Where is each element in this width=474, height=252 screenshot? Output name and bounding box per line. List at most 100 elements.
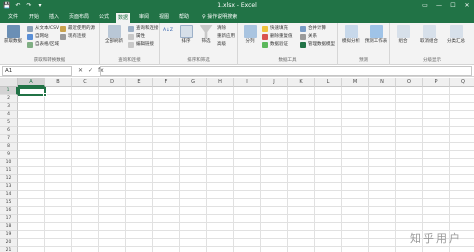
column-header-i[interactable]: I xyxy=(234,78,261,87)
tab-data[interactable]: 数据 xyxy=(116,12,131,23)
from-text-csv-button[interactable]: 从文本/CSV xyxy=(27,25,59,33)
row-header-10[interactable]: 10 xyxy=(0,159,18,167)
column-header-d[interactable]: D xyxy=(99,78,126,87)
sort-az-button[interactable]: A↓Z xyxy=(163,27,173,35)
column-header-q[interactable]: Q xyxy=(450,78,474,87)
filter-button[interactable]: 筛选 xyxy=(196,25,216,44)
tab-review[interactable]: 审阅 xyxy=(137,12,151,23)
fill-handle[interactable] xyxy=(43,93,47,97)
edit-links-button[interactable]: 编辑链接 xyxy=(128,41,154,49)
row-header-5[interactable]: 5 xyxy=(0,119,18,127)
tab-page-layout[interactable]: 页面布局 xyxy=(67,12,91,23)
row-header-3[interactable]: 3 xyxy=(0,103,18,111)
row-header-6[interactable]: 6 xyxy=(0,127,18,135)
row-header-7[interactable]: 7 xyxy=(0,135,18,143)
maximize-button[interactable]: ☐ xyxy=(448,1,458,10)
sort-label: 排序 xyxy=(181,39,191,44)
existing-connections-button[interactable]: 现有连接 xyxy=(60,33,86,41)
tab-home[interactable]: 开始 xyxy=(27,12,41,23)
group-data-tools: 分列 快速填充 删除重复值 数据验证 合并计算 关系 管理数据模型 数据工具 xyxy=(238,23,338,65)
tell-me-search[interactable]: ♀ 操作说明搜索 xyxy=(202,12,237,23)
flash-fill-button[interactable]: 快速填充 xyxy=(262,25,288,33)
row-header-4[interactable]: 4 xyxy=(0,111,18,119)
relationships-button[interactable]: 关系 xyxy=(300,33,317,41)
row-header-2[interactable]: 2 xyxy=(0,95,18,103)
cell-area[interactable] xyxy=(18,87,474,252)
row-header-11[interactable]: 11 xyxy=(0,167,18,175)
tab-formulas[interactable]: 公式 xyxy=(97,12,111,23)
column-header-a[interactable]: A xyxy=(18,78,45,87)
column-header-g[interactable]: G xyxy=(180,78,207,87)
subtotal-button[interactable]: 分类汇总 xyxy=(444,25,468,44)
column-header-o[interactable]: O xyxy=(396,78,423,87)
remove-duplicates-button[interactable]: 删除重复值 xyxy=(262,33,293,41)
column-header-e[interactable]: E xyxy=(126,78,153,87)
title-bar: 💾 ↶ ↷ ▾ 1.xlsx - Excel ▭ — ☐ ✕ xyxy=(0,0,474,12)
column-header-f[interactable]: F xyxy=(153,78,180,87)
column-header-l[interactable]: L xyxy=(315,78,342,87)
ribbon-display-icon[interactable]: ▭ xyxy=(420,1,430,10)
row-header-1[interactable]: 1 xyxy=(0,87,18,95)
data-validation-icon xyxy=(262,42,268,48)
minimize-button[interactable]: — xyxy=(434,1,444,10)
column-header-n[interactable]: N xyxy=(369,78,396,87)
formula-input[interactable] xyxy=(100,66,472,76)
relationships-icon xyxy=(300,34,306,40)
row-header-12[interactable]: 12 xyxy=(0,175,18,183)
column-header-h[interactable]: H xyxy=(207,78,234,87)
row-header-14[interactable]: 14 xyxy=(0,191,18,199)
flash-fill-label: 快速填充 xyxy=(270,26,288,31)
reapply-button[interactable]: 重新应用 xyxy=(217,33,235,41)
consolidate-button[interactable]: 合并计算 xyxy=(300,25,326,33)
row-header-19[interactable]: 19 xyxy=(0,231,18,239)
row-header-21[interactable]: 21 xyxy=(0,247,18,252)
name-box[interactable]: A1 xyxy=(2,66,72,76)
from-web-button[interactable]: 自网站 xyxy=(27,33,49,41)
edit-links-label: 编辑链接 xyxy=(136,42,154,47)
active-cell[interactable] xyxy=(18,87,46,96)
column-header-m[interactable]: M xyxy=(342,78,369,87)
row-header-18[interactable]: 18 xyxy=(0,223,18,231)
recent-sources-button[interactable]: 最近使用的源 xyxy=(60,25,95,33)
existing-connections-label: 现有连接 xyxy=(68,34,86,39)
column-header-p[interactable]: P xyxy=(423,78,450,87)
close-button[interactable]: ✕ xyxy=(462,1,472,10)
flash-fill-icon xyxy=(262,26,268,32)
group-label: 数据工具 xyxy=(278,58,297,63)
queries-connections-button[interactable]: 查询和连接 xyxy=(128,25,159,33)
tab-insert[interactable]: 插入 xyxy=(47,12,61,23)
properties-button[interactable]: 属性 xyxy=(128,33,145,41)
forecast-sheet-button[interactable]: 预测工作表 xyxy=(364,25,388,44)
tab-help[interactable]: 帮助 xyxy=(177,12,191,23)
data-validation-button[interactable]: 数据验证 xyxy=(262,41,288,49)
column-header-k[interactable]: K xyxy=(288,78,315,87)
row-header-13[interactable]: 13 xyxy=(0,183,18,191)
row-header-20[interactable]: 20 xyxy=(0,239,18,247)
from-table-range-button[interactable]: 自表格/区域 xyxy=(27,41,59,49)
row-header-16[interactable]: 16 xyxy=(0,207,18,215)
ungroup-button[interactable]: 取消组合 xyxy=(417,25,441,44)
row-header-15[interactable]: 15 xyxy=(0,199,18,207)
manage-data-model-button[interactable]: 管理数据模型 xyxy=(300,41,335,49)
text-to-columns-button[interactable]: 分列 xyxy=(240,25,260,44)
row-header-8[interactable]: 8 xyxy=(0,143,18,151)
advanced-button[interactable]: 高级 xyxy=(217,41,226,49)
refresh-all-button[interactable]: 全部刷新 xyxy=(102,25,126,44)
row-header-9[interactable]: 9 xyxy=(0,151,18,159)
column-header-c[interactable]: C xyxy=(72,78,99,87)
group-button[interactable]: 组合 xyxy=(391,25,415,44)
tab-view[interactable]: 视图 xyxy=(157,12,171,23)
properties-icon xyxy=(128,34,134,40)
get-data-button[interactable]: 获取数据 xyxy=(1,25,25,44)
group-label: 查询和连接 xyxy=(118,58,141,63)
cancel-icon[interactable]: ✕ xyxy=(78,66,83,76)
select-all-corner[interactable] xyxy=(0,78,18,87)
sort-button[interactable]: 排序 xyxy=(176,25,196,44)
tab-file[interactable]: 文件 xyxy=(6,12,20,23)
what-if-analysis-button[interactable]: 模拟分析 xyxy=(339,25,363,44)
clear-button[interactable]: 清除 xyxy=(217,25,226,33)
enter-icon[interactable]: ✓ xyxy=(88,66,93,76)
row-header-17[interactable]: 17 xyxy=(0,215,18,223)
column-header-j[interactable]: J xyxy=(261,78,288,87)
column-header-b[interactable]: B xyxy=(45,78,72,87)
